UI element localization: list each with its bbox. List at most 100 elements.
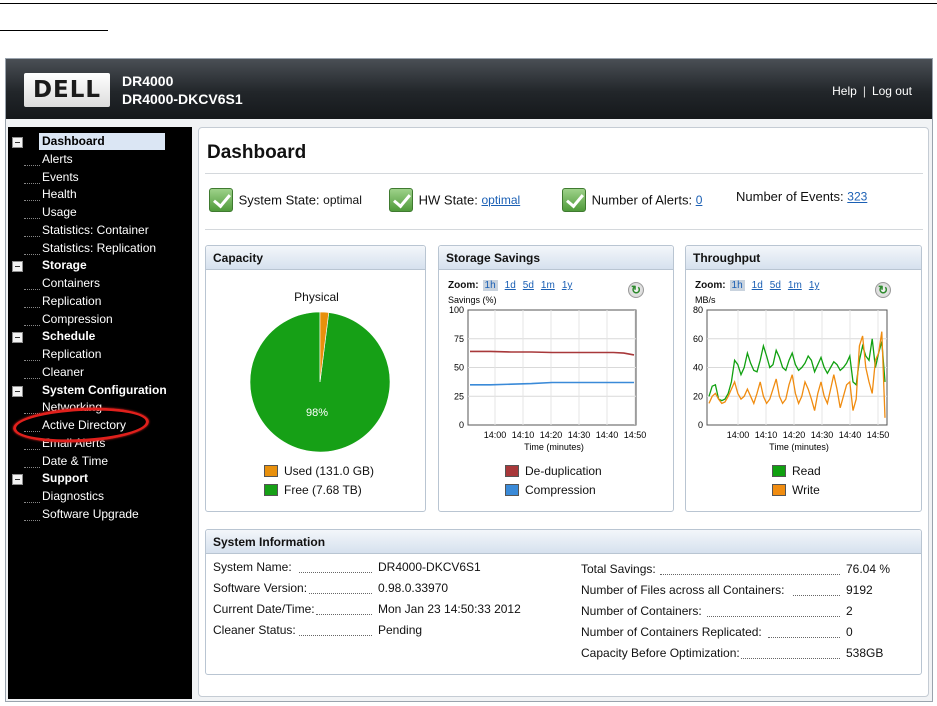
sysinfo-key: Number of Files across all Containers: [581,583,785,597]
events-count-link[interactable]: 323 [847,190,867,204]
x-axis-label: Time (minutes) [524,442,584,452]
sidebar-item-statistics-container[interactable]: Statistics: Container [8,222,192,239]
hw-state-label: HW State: [418,192,478,208]
zoom-1h[interactable]: 1h [729,280,745,291]
alerts-count-link[interactable]: 0 [696,193,703,207]
product-name: DR4000 [122,73,174,89]
logo-text: DELL [32,77,102,103]
sidebar-item-label: Dashboard [39,133,165,150]
savings-zoom-controls: Zoom: 1h 1d 5d 1m 1y [448,280,579,291]
pie-percent-label: 98% [306,407,328,419]
leader-dots [741,658,840,659]
x-axis-label: Time (minutes) [769,442,829,452]
app-header: DELL DR4000 DR4000-DKCV6S1 Help | Log out [6,59,932,119]
sidebar-item-replication[interactable]: Replication [8,346,192,363]
zoom-1h[interactable]: 1h [482,280,498,291]
sidebar-item-label: Software Upgrade [42,506,139,521]
sidebar-item-alerts[interactable]: Alerts [8,151,192,168]
zoom-1m[interactable]: 1m [788,280,802,291]
zoom-5d[interactable]: 5d [770,280,781,291]
x-tick-label: 14:50 [624,430,647,440]
sidebar-item-label: Schedule [42,329,96,344]
y-axis-label: MB/s [695,296,716,305]
x-tick-label: 14:30 [568,430,591,440]
system-state-value: optimal [323,193,362,207]
sidebar-item-label: Replication [42,293,102,308]
zoom-5d[interactable]: 5d [523,280,534,291]
tree-connector [24,200,40,202]
collapse-toggle-icon[interactable] [12,332,23,344]
help-link[interactable]: Help [832,84,857,98]
sidebar-item-label: Cleaner [42,364,85,379]
tree-connector [24,324,40,326]
state-divider [205,229,923,230]
sidebar-item-software-upgrade[interactable]: Software Upgrade [8,506,192,523]
tree-connector [24,253,40,255]
logout-link[interactable]: Log out [872,84,912,98]
compression-swatch [505,484,519,496]
sidebar-item-replication[interactable]: Replication [8,293,192,310]
sidebar-item-cleaner[interactable]: Cleaner [8,364,192,381]
zoom-1d[interactable]: 1d [752,280,763,291]
sidebar-item-schedule[interactable]: Schedule [8,328,192,345]
tree-connector [24,182,40,184]
leader-dots [707,616,840,617]
zoom-1m[interactable]: 1m [541,280,555,291]
sysinfo-value: Mon Jan 23 14:50:33 2012 [378,602,521,616]
tree-connector [24,502,40,503]
leader-dots [660,574,840,575]
read-swatch [772,465,786,477]
check-icon [389,188,413,212]
system-state-label: System State: [238,192,320,208]
sidebar-item-label: Health [42,187,77,202]
zoom-1y[interactable]: 1y [562,280,573,291]
dell-logo: DELL [24,73,110,107]
sidebar-item-usage[interactable]: Usage [8,204,192,221]
hw-state-link[interactable]: optimal [482,193,521,207]
legend-write-label: Write [792,483,820,497]
sidebar-item-statistics-replication[interactable]: Statistics: Replication [8,240,192,257]
zoom-label: Zoom: [448,280,479,291]
collapse-toggle-icon[interactable] [12,261,23,273]
throughput-zoom-controls: Zoom: 1h 1d 5d 1m 1y [695,280,826,291]
zoom-1y[interactable]: 1y [809,280,820,291]
collapse-toggle-icon[interactable] [12,474,23,486]
storage-savings-chart: Savings (%) 0 25 50 75 100 14:00 14:10 14:20 14:3… [448,296,647,452]
y-tick-label: 0 [459,420,464,430]
sidebar-item-support[interactable]: Support [8,470,192,487]
x-tick-label: 14:20 [783,430,806,440]
x-tick-label: 14:00 [484,430,507,440]
top-rule [0,3,937,4]
collapse-toggle-icon[interactable] [12,385,23,397]
sidebar-item-health[interactable]: Health [8,186,192,203]
sysinfo-key: System Name: [213,560,292,574]
sidebar-item-system-configuration[interactable]: System Configuration [8,382,192,399]
legend-read: Read [772,462,821,481]
storage-savings-title: Storage Savings [439,246,673,270]
sysinfo-value: DR4000-DKCV6S1 [378,560,481,574]
sidebar-item-compression[interactable]: Compression [8,311,192,328]
leader-dots [309,593,372,594]
legend-read-label: Read [792,464,821,478]
throughput-title: Throughput [686,246,921,270]
sysinfo-key: Software Version: [213,581,308,595]
tree-connector [24,377,40,379]
sidebar-item-events[interactable]: Events [8,169,192,186]
sidebar-item-label: Usage [42,205,77,219]
sidebar-item-dashboard[interactable]: Dashboard [8,133,192,150]
capacity-legend: Used (131.0 GB) Free (7.68 TB) [264,462,374,500]
x-tick-label: 14:50 [867,430,890,440]
collapse-toggle-icon[interactable] [12,137,23,148]
sidebar-item-storage[interactable]: Storage [8,257,192,274]
zoom-1d[interactable]: 1d [505,280,516,291]
capacity-card-title: Capacity [206,246,425,270]
sidebar-item-diagnostics[interactable]: Diagnostics [8,488,192,505]
capacity-pie-chart: 98% [249,311,391,453]
hw-state: HW State: optimal [389,188,520,214]
sidebar-item-containers[interactable]: Containers [8,275,192,292]
sysinfo-value: 9192 [846,583,873,597]
y-tick-label: 80 [693,305,703,315]
x-tick-label: 14:10 [512,430,535,440]
sidebar-item-date-time[interactable]: Date & Time [8,453,192,470]
y-tick-label: 75 [454,334,464,344]
